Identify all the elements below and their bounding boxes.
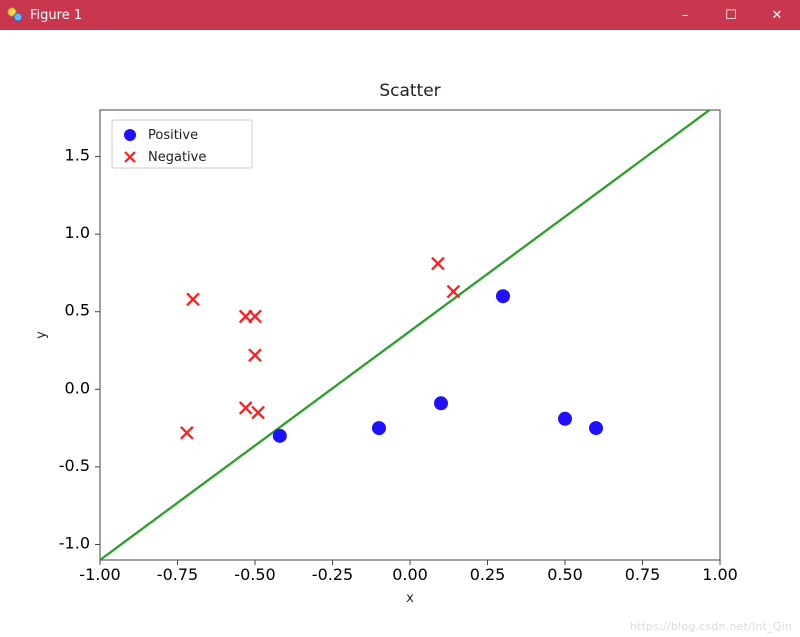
svg-text:-1.0: -1.0 <box>59 533 90 552</box>
svg-text:0.50: 0.50 <box>547 565 583 584</box>
app-icon <box>6 6 24 24</box>
maximize-button[interactable]: ☐ <box>708 0 754 30</box>
svg-text:-0.50: -0.50 <box>234 565 275 584</box>
svg-text:0.0: 0.0 <box>65 378 90 397</box>
svg-text:1.5: 1.5 <box>65 146 90 165</box>
svg-text:0.5: 0.5 <box>65 301 90 320</box>
window-title: Figure 1 <box>30 8 82 23</box>
svg-text:-0.25: -0.25 <box>312 565 353 584</box>
svg-text:1.0: 1.0 <box>65 223 90 242</box>
svg-text:0.00: 0.00 <box>392 565 428 584</box>
svg-text:1.00: 1.00 <box>702 565 738 584</box>
svg-text:0.25: 0.25 <box>470 565 506 584</box>
title-bar[interactable]: Figure 1 – ☐ ✕ <box>0 0 800 30</box>
minimize-button[interactable]: – <box>662 0 708 30</box>
svg-text:Scatter: Scatter <box>379 81 440 101</box>
svg-text:-0.75: -0.75 <box>157 565 198 584</box>
svg-text:x: x <box>406 591 414 606</box>
svg-text:y: y <box>34 331 49 339</box>
svg-text:Negative: Negative <box>148 150 206 165</box>
scatter-chart: -1.00-0.75-0.50-0.250.000.250.500.751.00… <box>0 30 800 637</box>
close-button[interactable]: ✕ <box>754 0 800 30</box>
svg-text:0.75: 0.75 <box>625 565 661 584</box>
plot-area: -1.00-0.75-0.50-0.250.000.250.500.751.00… <box>0 30 800 637</box>
app-window: Figure 1 – ☐ ✕ -1.00 -0.75 -0.50 -0.25 0.00 0… <box>0 0 800 637</box>
svg-text:-1.00: -1.00 <box>79 565 120 584</box>
svg-text:-0.5: -0.5 <box>59 456 90 475</box>
svg-text:Positive: Positive <box>148 128 198 143</box>
